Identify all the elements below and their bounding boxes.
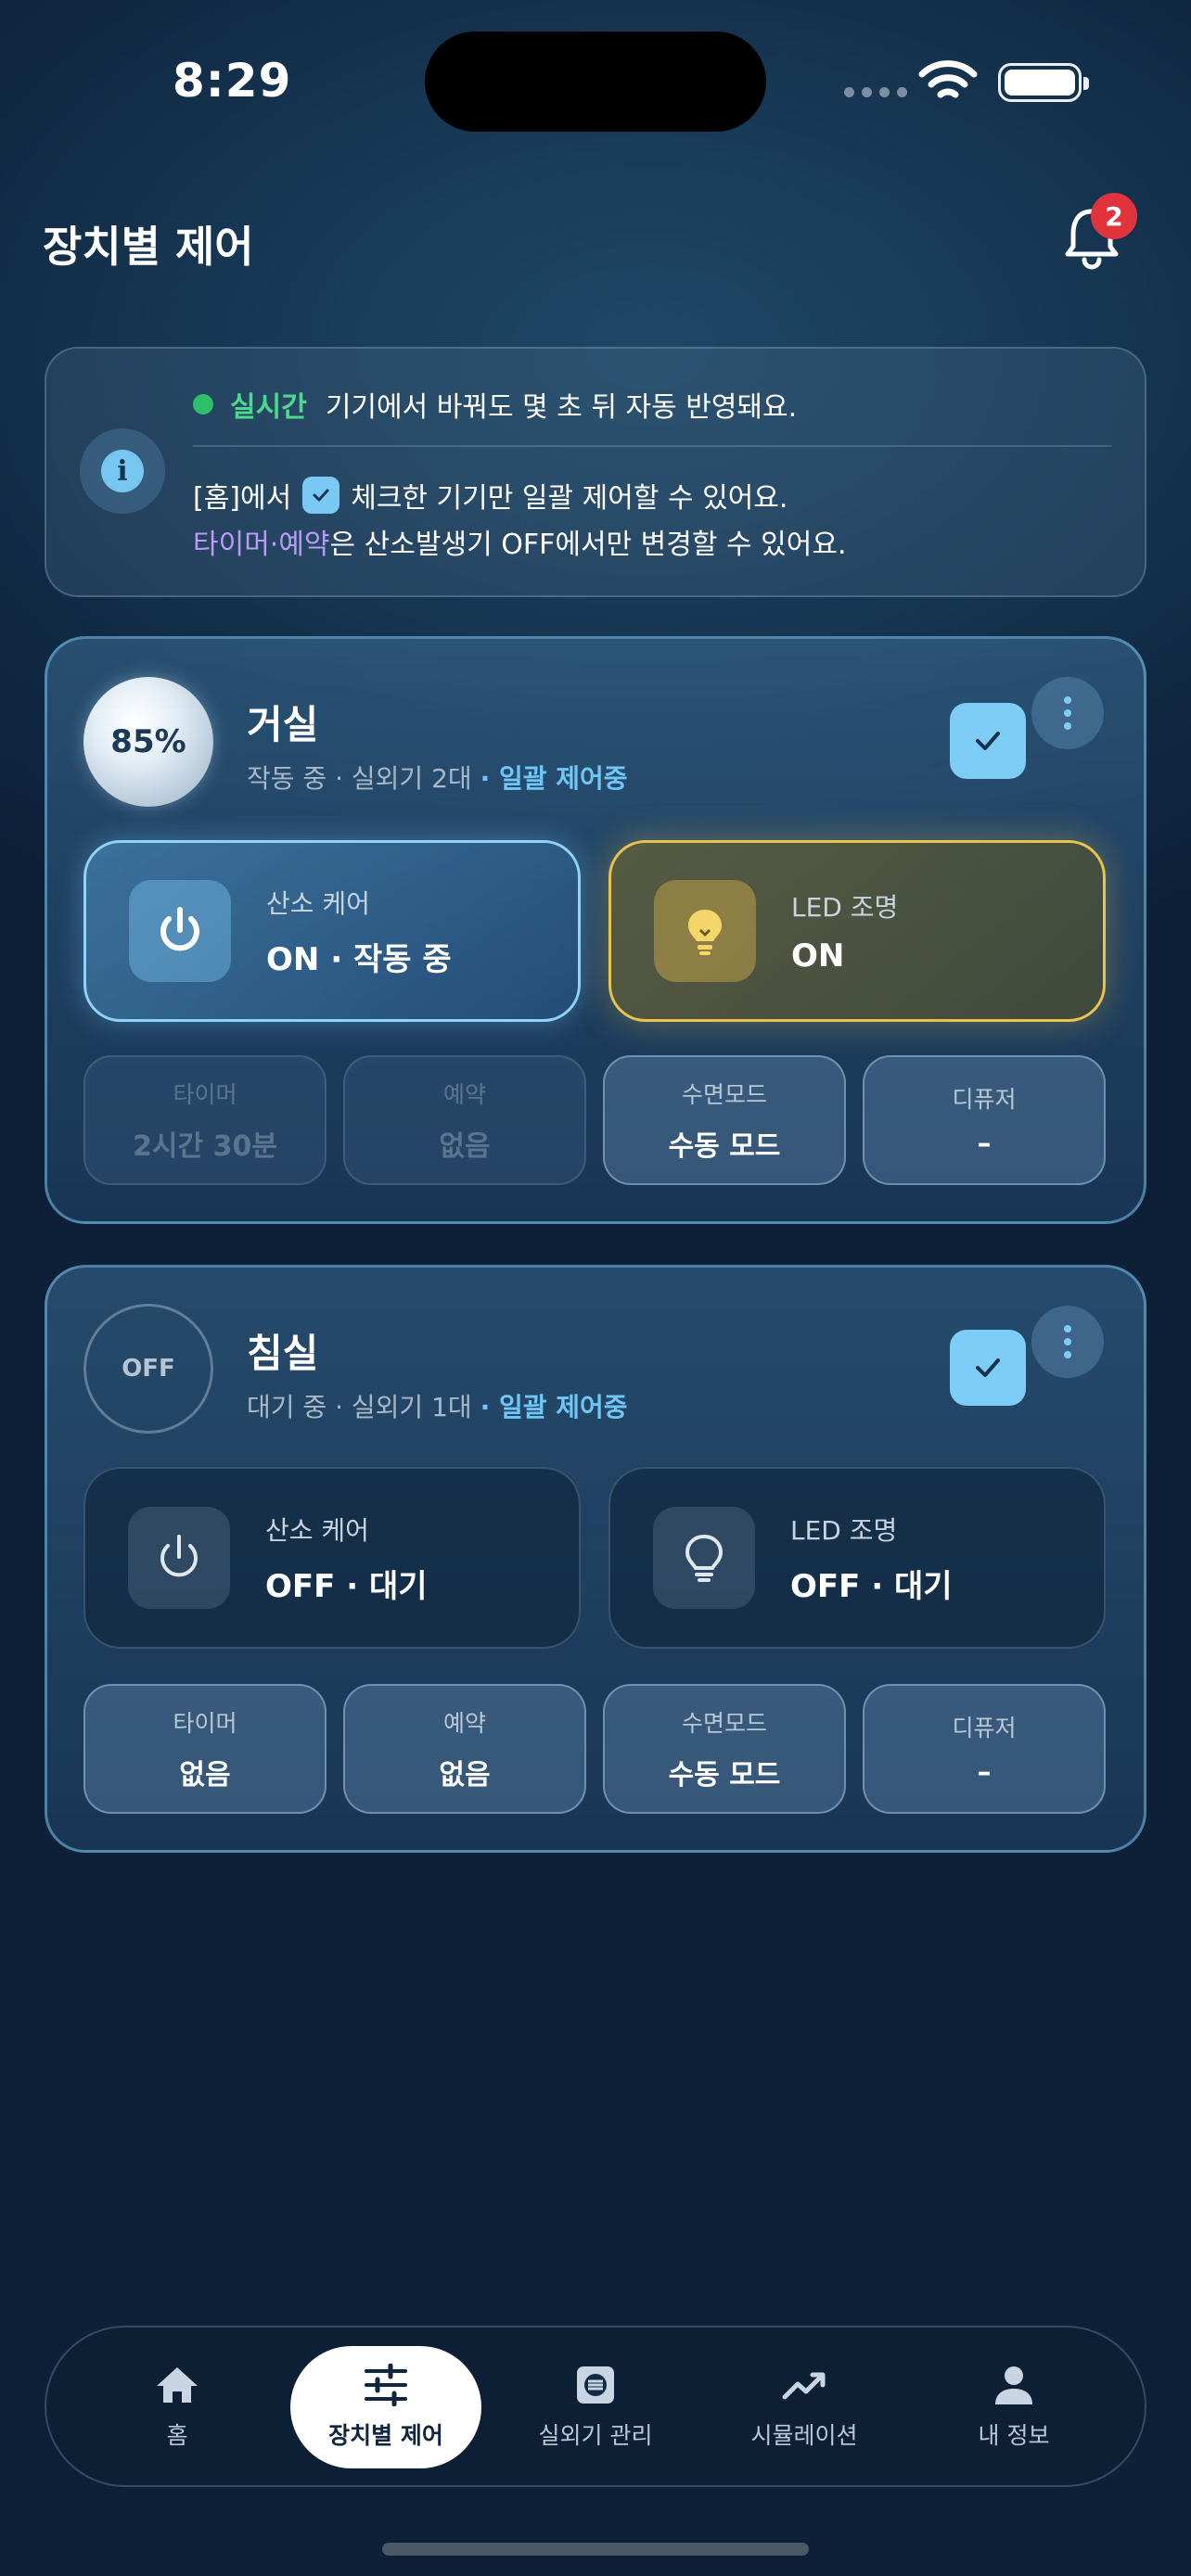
- pill-value: 없음: [439, 1130, 491, 1163]
- control-label: LED 조명: [791, 892, 899, 923]
- control-label: 산소 케어: [265, 1514, 369, 1546]
- wifi-icon: [918, 60, 978, 98]
- nav-item-simulation[interactable]: 시뮬레이션: [709, 2346, 900, 2468]
- nav-label: 내 정보: [978, 2422, 1050, 2449]
- info-line2-prefix: [홈]에서: [193, 482, 292, 515]
- oxygen-level-orb: 85%: [83, 677, 213, 807]
- nav-item-my-info[interactable]: 내 정보: [918, 2346, 1109, 2468]
- bulb-icon: [653, 1507, 755, 1609]
- check-icon: [302, 477, 340, 514]
- pill-label: 타이머: [173, 1081, 237, 1108]
- sleep-mode-pill[interactable]: 수면모드 수동 모드: [603, 1684, 846, 1814]
- battery-icon: [998, 63, 1089, 102]
- pill-value: 2시간 30분: [133, 1130, 277, 1163]
- diffuser-pill[interactable]: 디퓨저 –: [863, 1055, 1106, 1185]
- reservation-pill[interactable]: 예약 없음: [343, 1684, 586, 1814]
- home-indicator[interactable]: [382, 2543, 809, 2556]
- control-label: 산소 케어: [266, 887, 370, 919]
- nav-label: 실외기 관리: [538, 2422, 653, 2449]
- pill-value: 없음: [179, 1759, 231, 1792]
- control-value: OFF · 대기: [790, 1567, 953, 1605]
- trend-icon: [782, 2372, 826, 2400]
- oxygen-care-toggle[interactable]: 산소 케어 ON · 작동 중: [83, 840, 581, 1022]
- more-options-icon[interactable]: [1031, 677, 1104, 749]
- pill-label: 수면모드: [681, 1710, 767, 1737]
- nav-item-device-control[interactable]: 장치별 제어: [290, 2346, 481, 2468]
- nav-label: 장치별 제어: [328, 2422, 443, 2449]
- live-label: 실시간: [230, 391, 307, 424]
- room-group-link[interactable]: · 일괄 제어중: [480, 763, 628, 794]
- room-select-checkbox[interactable]: [950, 703, 1026, 779]
- timer-pill[interactable]: 타이머 없음: [83, 1684, 327, 1814]
- diffuser-pill[interactable]: 디퓨저 –: [863, 1684, 1106, 1814]
- room-status: 작동 중: [247, 763, 327, 794]
- outdoor-unit-icon: [577, 2366, 614, 2404]
- control-value: ON · 작동 중: [266, 940, 452, 978]
- cellular-signal-icon: [844, 87, 907, 97]
- page-title: 장치별 제어: [43, 222, 254, 272]
- control-value: ON: [791, 937, 845, 975]
- led-light-toggle[interactable]: LED 조명 ON: [608, 840, 1106, 1022]
- info-batch-line: [홈]에서 체크한 기기만 일괄 제어할 수 있어요.: [193, 475, 788, 516]
- pill-label: 예약: [442, 1081, 486, 1108]
- live-text: 기기에서 바꿔도 몇 초 뒤 자동 반영돼요.: [325, 391, 798, 424]
- live-dot-icon: [193, 394, 213, 414]
- pill-label: 예약: [442, 1710, 486, 1737]
- room-name: 거실: [247, 702, 319, 747]
- pill-value: 수동 모드: [668, 1130, 781, 1163]
- check-icon: [976, 732, 1000, 750]
- room-status-line: 대기 중 · 실외기 1대 · 일괄 제어중: [247, 1387, 628, 1424]
- info-icon-wrap: i: [80, 428, 165, 514]
- dynamic-island: [425, 32, 766, 132]
- sliders-icon: [365, 2364, 407, 2406]
- oxygen-care-toggle[interactable]: 산소 케어 OFF · 대기: [83, 1467, 581, 1649]
- control-value: OFF · 대기: [265, 1567, 428, 1605]
- nav-label: 홈: [166, 2422, 188, 2449]
- info-live-line: 실시간 기기에서 바꿔도 몇 초 뒤 자동 반영돼요.: [193, 384, 797, 425]
- room-units: · 실외기 1대: [335, 1392, 472, 1422]
- power-icon: [128, 1507, 230, 1609]
- oxygen-level-orb: OFF: [83, 1304, 213, 1434]
- info-line3-text: 은 산소발생기 OFF에서만 변경할 수 있어요.: [329, 529, 847, 561]
- nav-item-home[interactable]: 홈: [82, 2346, 273, 2468]
- nav-item-outdoor-unit[interactable]: 실외기 관리: [500, 2346, 691, 2468]
- info-divider: [193, 445, 1111, 447]
- info-line3-highlight: 타이머·예약: [193, 529, 330, 561]
- status-time: 8:29: [173, 54, 292, 108]
- check-icon: [976, 1358, 1000, 1377]
- room-select-checkbox[interactable]: [950, 1330, 1026, 1406]
- person-icon: [995, 2366, 1032, 2404]
- pill-label: 디퓨저: [952, 1085, 1017, 1113]
- pill-label: 디퓨저: [952, 1714, 1017, 1741]
- bulb-icon: [654, 880, 756, 982]
- room-name: 침실: [247, 1331, 319, 1376]
- room-status: 대기 중: [247, 1392, 327, 1422]
- notification-badge: 2: [1091, 193, 1137, 239]
- pill-value: 수동 모드: [668, 1759, 781, 1792]
- control-label: LED 조명: [790, 1514, 898, 1546]
- pill-value: –: [977, 1127, 992, 1160]
- power-icon: [129, 880, 231, 982]
- reservation-pill: 예약 없음: [343, 1055, 586, 1185]
- room-units: · 실외기 2대: [335, 763, 472, 794]
- home-icon: [157, 2367, 198, 2403]
- timer-pill: 타이머 2시간 30분: [83, 1055, 327, 1185]
- nav-label: 시뮬레이션: [750, 2422, 858, 2449]
- more-options-icon[interactable]: [1031, 1306, 1104, 1378]
- pill-label: 타이머: [173, 1710, 237, 1737]
- sleep-mode-pill[interactable]: 수면모드 수동 모드: [603, 1055, 846, 1185]
- info-line2-suffix: 체크한 기기만 일괄 제어할 수 있어요.: [351, 482, 788, 515]
- info-timer-line: 타이머·예약은 산소발생기 OFF에서만 변경할 수 있어요.: [193, 521, 847, 562]
- info-icon: i: [101, 450, 144, 492]
- room-status-line: 작동 중 · 실외기 2대 · 일괄 제어중: [247, 759, 628, 796]
- room-group-link[interactable]: · 일괄 제어중: [480, 1392, 628, 1422]
- led-light-toggle[interactable]: LED 조명 OFF · 대기: [608, 1467, 1106, 1649]
- pill-label: 수면모드: [681, 1081, 767, 1108]
- pill-value: –: [977, 1755, 992, 1789]
- pill-value: 없음: [439, 1759, 491, 1792]
